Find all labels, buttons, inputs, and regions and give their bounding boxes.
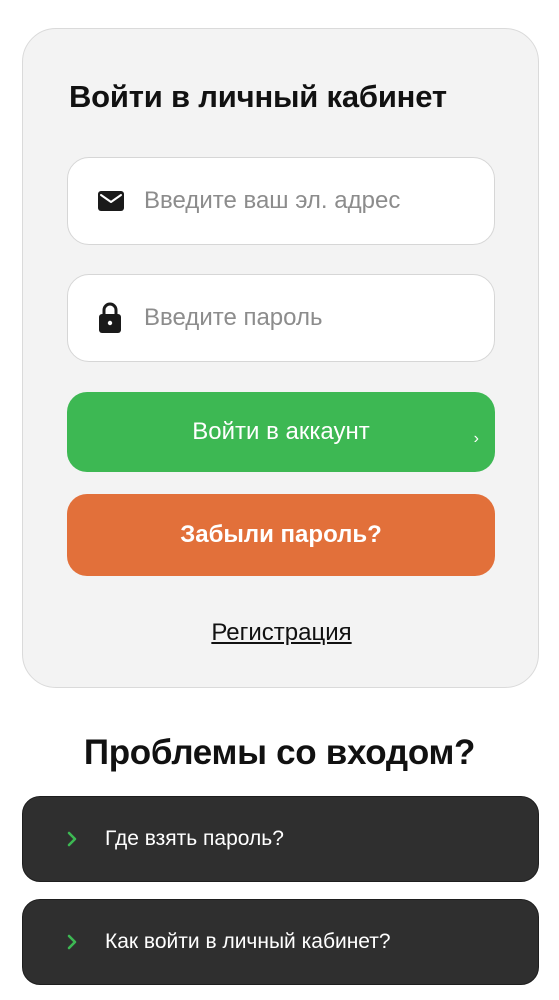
- faq-item[interactable]: Как войти в личный кабинет?: [22, 899, 539, 985]
- envelope-icon: [98, 191, 124, 211]
- faq-item[interactable]: Где взять пароль?: [22, 796, 539, 882]
- email-field[interactable]: [67, 157, 495, 245]
- help-title: Проблемы со входом?: [83, 733, 476, 772]
- password-input[interactable]: [144, 275, 476, 361]
- login-card: Войти в личный кабинет Войти в аккаунт ›…: [22, 28, 539, 688]
- chevron-right-icon: [67, 934, 77, 950]
- password-field[interactable]: [67, 274, 495, 362]
- faq-item-label: Как войти в личный кабинет?: [105, 930, 391, 953]
- forgot-password-button[interactable]: Забыли пароль?: [67, 494, 495, 576]
- login-button-label: Войти в аккаунт: [192, 418, 370, 445]
- faq-item-label: Где взять пароль?: [105, 827, 284, 850]
- chevron-right-icon: [67, 831, 77, 847]
- forgot-password-label: Забыли пароль?: [180, 521, 382, 548]
- register-link[interactable]: Регистрация: [23, 619, 540, 647]
- email-input[interactable]: [144, 158, 476, 244]
- chevron-right-icon: ›: [473, 430, 479, 447]
- login-button[interactable]: Войти в аккаунт ›: [67, 392, 495, 472]
- login-title: Войти в личный кабинет: [69, 79, 447, 114]
- lock-icon: [98, 302, 122, 334]
